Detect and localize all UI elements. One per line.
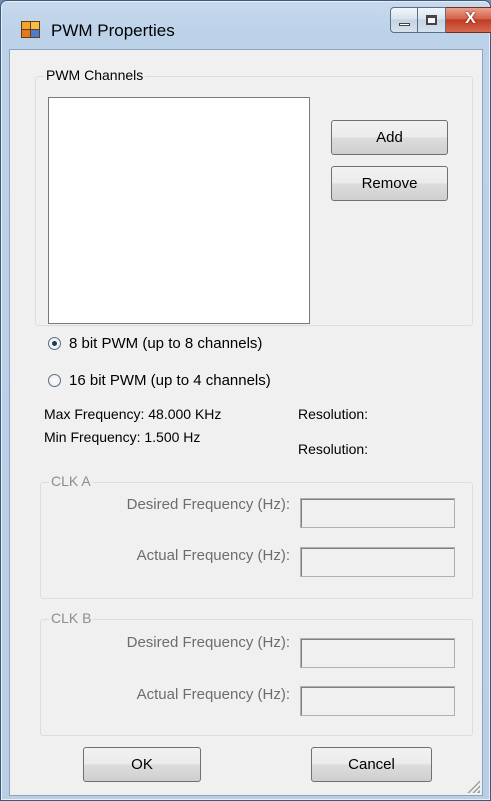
clk-a-group: CLK A Desired Frequency (Hz): Actual Fre… bbox=[40, 473, 473, 599]
minimize-button[interactable] bbox=[390, 7, 418, 33]
radio-16bit-indicator[interactable] bbox=[48, 374, 61, 387]
app-icon bbox=[21, 21, 40, 38]
clk-b-label: CLK B bbox=[49, 610, 94, 626]
min-frequency-text: Min Frequency: 1.500 Hz bbox=[44, 429, 201, 445]
clk-a-desired-label: Desired Frequency (Hz): bbox=[126, 496, 290, 513]
clk-b-group: CLK B Desired Frequency (Hz): Actual Fre… bbox=[40, 610, 473, 736]
close-icon: X bbox=[465, 10, 476, 27]
caption-buttons: X bbox=[390, 7, 491, 35]
min-resolution-text: Resolution: bbox=[298, 441, 369, 457]
dialog-client-area: PWM Channels Add Remove 8 bit PWM (up to… bbox=[9, 49, 483, 796]
close-button[interactable]: X bbox=[446, 7, 491, 33]
cancel-button[interactable]: Cancel bbox=[311, 747, 432, 782]
clk-b-actual-input[interactable] bbox=[300, 686, 455, 716]
clk-b-desired-input[interactable] bbox=[300, 638, 455, 668]
pwm-properties-window: PWM Properties X PWM Channels Add Remove… bbox=[0, 0, 491, 801]
radio-8bit-indicator[interactable] bbox=[48, 337, 61, 350]
max-resolution-text: Resolution: bbox=[298, 406, 369, 422]
pwm-channels-list[interactable] bbox=[48, 97, 310, 324]
clk-a-desired-input[interactable] bbox=[300, 498, 455, 528]
title-bar[interactable]: PWM Properties X bbox=[1, 1, 491, 49]
pwm-channels-label: PWM Channels bbox=[44, 67, 146, 83]
maximize-button[interactable] bbox=[418, 7, 446, 33]
pwm-channels-group: PWM Channels Add Remove bbox=[35, 67, 473, 326]
window-title: PWM Properties bbox=[51, 21, 175, 40]
maximize-icon bbox=[426, 15, 437, 25]
max-frequency-text: Max Frequency: 48.000 KHz bbox=[44, 406, 222, 422]
remove-button[interactable]: Remove bbox=[331, 166, 448, 201]
radio-16bit-label: 16 bit PWM (up to 4 channels) bbox=[69, 372, 271, 389]
clk-a-actual-label: Actual Frequency (Hz): bbox=[136, 547, 290, 564]
radio-8bit-label: 8 bit PWM (up to 8 channels) bbox=[69, 335, 263, 352]
radio-8bit[interactable]: 8 bit PWM (up to 8 channels) bbox=[48, 335, 262, 352]
minimize-icon bbox=[399, 23, 410, 26]
resize-grip-icon[interactable] bbox=[466, 779, 480, 793]
radio-16bit[interactable]: 16 bit PWM (up to 4 channels) bbox=[48, 372, 271, 389]
clk-a-actual-input[interactable] bbox=[300, 547, 455, 577]
clk-b-desired-label: Desired Frequency (Hz): bbox=[126, 634, 290, 651]
clk-a-label: CLK A bbox=[49, 473, 93, 489]
ok-button[interactable]: OK bbox=[83, 747, 201, 782]
add-button[interactable]: Add bbox=[331, 120, 448, 155]
clk-b-actual-label: Actual Frequency (Hz): bbox=[136, 686, 290, 703]
